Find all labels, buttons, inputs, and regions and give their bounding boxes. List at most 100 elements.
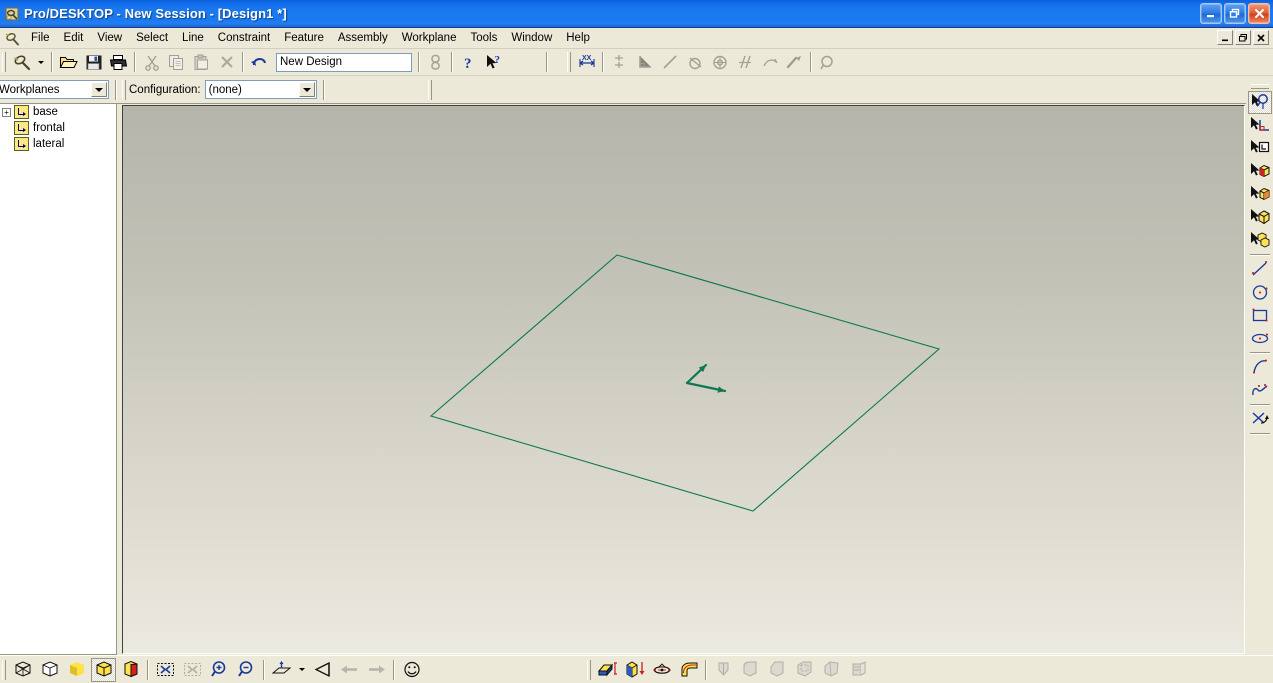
sweep-feature-button[interactable] bbox=[676, 658, 701, 682]
zoom-out-button[interactable] bbox=[234, 658, 259, 682]
project-feature-button[interactable] bbox=[711, 658, 736, 682]
menu-item-constraint[interactable]: Constraint bbox=[211, 30, 277, 46]
menu-item-feature[interactable]: Feature bbox=[277, 30, 331, 46]
trim-tool[interactable] bbox=[1248, 408, 1272, 431]
menu-item-select[interactable]: Select bbox=[129, 30, 175, 46]
tree-item-base[interactable]: + base bbox=[0, 104, 116, 120]
circle-tool[interactable] bbox=[1248, 281, 1272, 304]
right-toolbar-grip[interactable] bbox=[1250, 84, 1269, 89]
close-button[interactable] bbox=[1248, 3, 1270, 24]
shaded-edges-view-button[interactable] bbox=[91, 657, 116, 682]
extrude-feature-button[interactable] bbox=[595, 658, 620, 682]
rectangle-tool[interactable] bbox=[1248, 304, 1272, 327]
zoom-in-button[interactable] bbox=[207, 658, 232, 682]
menu-item-edit[interactable]: Edit bbox=[57, 30, 91, 46]
zoom-fit-button[interactable] bbox=[153, 658, 178, 682]
cut-button[interactable] bbox=[140, 51, 163, 73]
ellipse-tool[interactable] bbox=[1248, 327, 1272, 350]
toolbar-separator bbox=[1249, 352, 1270, 354]
menu-item-line[interactable]: Line bbox=[175, 30, 211, 46]
tree-item-frontal[interactable]: frontal bbox=[0, 120, 116, 136]
shaded-view-button[interactable] bbox=[64, 658, 89, 682]
design-browser-tree[interactable]: + base frontal lateral bbox=[0, 104, 117, 655]
configuration-combo[interactable]: (none) bbox=[204, 80, 317, 99]
undo-button[interactable] bbox=[248, 51, 271, 73]
context-help-button[interactable]: ? bbox=[482, 51, 505, 73]
menu-item-workplane[interactable]: Workplane bbox=[395, 30, 464, 46]
constraint-toolbar-grip[interactable] bbox=[567, 52, 571, 72]
next-view-button[interactable] bbox=[364, 658, 389, 682]
menu-item-view[interactable]: View bbox=[90, 30, 129, 46]
select-line-tool[interactable] bbox=[1248, 114, 1272, 137]
thread-button[interactable] bbox=[846, 658, 871, 682]
draft-faces-button[interactable] bbox=[819, 658, 844, 682]
select-part-tool[interactable] bbox=[1248, 229, 1272, 252]
print-button[interactable] bbox=[107, 51, 130, 73]
coincident-constraint-button[interactable] bbox=[608, 51, 631, 73]
concentric-constraint-button[interactable] bbox=[708, 51, 731, 73]
expander-icon[interactable]: + bbox=[2, 107, 11, 117]
shell-solid-button[interactable] bbox=[792, 658, 817, 682]
design-3d-viewport[interactable] bbox=[122, 105, 1245, 654]
mdi-minimize-button[interactable] bbox=[1217, 30, 1233, 45]
tree-item-lateral[interactable]: lateral bbox=[0, 136, 116, 152]
mdi-close-button[interactable] bbox=[1253, 30, 1269, 45]
arc-tool[interactable] bbox=[1248, 356, 1272, 379]
new-design-button[interactable] bbox=[10, 51, 33, 73]
view-toolbar-grip[interactable] bbox=[2, 659, 6, 680]
collinear-constraint-button[interactable] bbox=[658, 51, 681, 73]
wireframe-view-button[interactable] bbox=[10, 658, 35, 682]
copy-button[interactable] bbox=[165, 51, 188, 73]
revolve-feature-button[interactable] bbox=[649, 658, 674, 682]
equal-constraint-button[interactable] bbox=[758, 51, 781, 73]
new-design-dropdown[interactable] bbox=[35, 51, 47, 73]
menu-item-assembly[interactable]: Assembly bbox=[331, 30, 395, 46]
toolbar-grip[interactable] bbox=[2, 52, 6, 72]
tangent-constraint-button[interactable] bbox=[683, 51, 706, 73]
smooth-shading-button[interactable] bbox=[399, 658, 424, 682]
inspect-constraint-button[interactable] bbox=[816, 51, 839, 73]
delete-button[interactable] bbox=[215, 51, 238, 73]
view-workplane-button[interactable] bbox=[269, 658, 294, 682]
subtract-feature-button[interactable] bbox=[622, 658, 647, 682]
menu-item-file[interactable]: File bbox=[24, 30, 57, 46]
restore-button[interactable] bbox=[1224, 3, 1246, 24]
feature-toolbar-grip[interactable] bbox=[587, 659, 591, 680]
hidden-line-view-button[interactable] bbox=[37, 658, 62, 682]
minimize-button[interactable] bbox=[1200, 3, 1222, 24]
select-solid-tool[interactable] bbox=[1248, 206, 1272, 229]
zoom-selection-button[interactable] bbox=[180, 658, 205, 682]
select-edge-tool[interactable] bbox=[1248, 183, 1272, 206]
open-button[interactable] bbox=[57, 51, 80, 73]
chamfer-edges-button[interactable] bbox=[765, 658, 790, 682]
select-workplane-tool[interactable] bbox=[1248, 137, 1272, 160]
menu-item-help[interactable]: Help bbox=[559, 30, 597, 46]
line-tool[interactable] bbox=[1248, 258, 1272, 281]
select-face-tool[interactable] bbox=[1248, 160, 1272, 183]
menu-item-tools[interactable]: Tools bbox=[463, 30, 504, 46]
menu-item-window[interactable]: Window bbox=[504, 30, 559, 46]
transparent-view-button[interactable] bbox=[118, 658, 143, 682]
spline-tool[interactable] bbox=[1248, 379, 1272, 402]
save-button[interactable] bbox=[82, 51, 105, 73]
perpendicular-constraint-button[interactable] bbox=[633, 51, 656, 73]
parallel-constraint-button[interactable] bbox=[733, 51, 756, 73]
workplane-filter-arrow[interactable] bbox=[91, 82, 107, 97]
help-button[interactable]: ? bbox=[457, 51, 480, 73]
dimension-button[interactable]: XX bbox=[575, 51, 598, 73]
view-workplane-dropdown[interactable] bbox=[296, 658, 308, 682]
configuration-toolbar-grip[interactable] bbox=[122, 79, 126, 100]
base-workplane-outline[interactable] bbox=[429, 254, 941, 512]
paste-button[interactable] bbox=[190, 51, 213, 73]
select-inspect-tool[interactable] bbox=[1247, 91, 1272, 114]
link-design-button[interactable] bbox=[424, 51, 447, 73]
fix-constraint-button[interactable] bbox=[783, 51, 806, 73]
round-edges-button[interactable] bbox=[738, 658, 763, 682]
design-name-combo[interactable]: New Design bbox=[276, 52, 412, 72]
empty-toolbar-grip[interactable] bbox=[427, 79, 432, 100]
mdi-restore-button[interactable] bbox=[1235, 30, 1251, 45]
camera-view-button[interactable] bbox=[310, 658, 335, 682]
workplane-filter-combo[interactable]: Workplanes bbox=[0, 80, 109, 99]
configuration-arrow[interactable] bbox=[298, 82, 315, 97]
previous-view-button[interactable] bbox=[337, 658, 362, 682]
